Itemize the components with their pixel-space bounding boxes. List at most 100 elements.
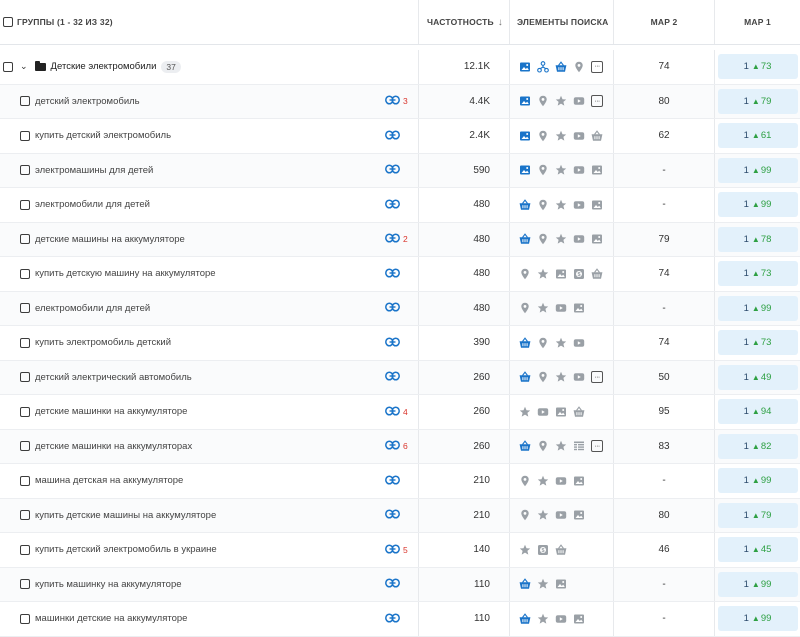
url-link[interactable] <box>385 334 403 352</box>
link-icon[interactable] <box>385 506 400 524</box>
row-checkbox[interactable] <box>20 544 30 555</box>
table-row[interactable]: купить детский электромобиль 2.4K 62 1 ▲… <box>0 119 800 154</box>
row-checkbox[interactable] <box>20 372 30 383</box>
row-checkbox[interactable] <box>20 165 30 176</box>
url-link[interactable]: 6 <box>385 437 408 455</box>
group-row[interactable]: ⌄ Детские электромобили 37 12.1K ··· 74 … <box>0 50 800 85</box>
table-row[interactable]: детские машины на аккумуляторе 2 480 79 … <box>0 222 800 257</box>
table-row[interactable]: електромобили для детей 480 - 1 ▲ 99 <box>0 291 800 326</box>
url-link[interactable] <box>385 368 403 386</box>
url-link[interactable] <box>385 161 403 179</box>
more-icon[interactable]: ··· <box>591 95 603 108</box>
table-row[interactable]: купить детскую машину на аккумуляторе 48… <box>0 257 800 292</box>
table-row[interactable]: купить детские машины на аккумуляторе 21… <box>0 498 800 533</box>
shopping-basket-icon <box>519 199 531 211</box>
link-icon[interactable] <box>385 161 400 179</box>
image-icon <box>591 199 603 211</box>
link-icon[interactable] <box>385 575 400 593</box>
trend-up-icon: ▲ <box>751 303 760 313</box>
table-row[interactable]: купить машинку на аккумуляторе 110 - 1 ▲… <box>0 567 800 602</box>
link-icon[interactable] <box>385 265 400 283</box>
row-checkbox[interactable] <box>20 268 30 279</box>
url-link[interactable]: 5 <box>385 541 408 559</box>
table-row[interactable]: купить детский электромобиль в украине 5… <box>0 533 800 568</box>
image-icon <box>555 578 567 590</box>
map1-position: 1 <box>743 371 749 383</box>
url-link[interactable]: 2 <box>385 230 408 248</box>
row-checkbox[interactable] <box>20 510 30 521</box>
map1-badge: 1 ▲ 79 <box>717 88 798 114</box>
url-link[interactable] <box>385 299 403 317</box>
video-icon <box>573 95 585 107</box>
trend-up-icon: ▲ <box>751 131 760 141</box>
currency-icon: $ <box>537 544 549 556</box>
link-icon[interactable] <box>385 368 400 386</box>
group-checkbox[interactable] <box>3 61 13 72</box>
select-all-checkbox[interactable] <box>3 17 13 27</box>
table-row[interactable]: детский электрический автомобиль 260 ···… <box>0 360 800 395</box>
table-row[interactable]: детский электромобиль 3 4.4K ··· 80 1 ▲ … <box>0 84 800 119</box>
search-features: ··· <box>519 371 603 384</box>
table-row[interactable]: машина детская на аккумуляторе 210 - 1 ▲… <box>0 464 800 499</box>
link-icon[interactable] <box>385 610 400 628</box>
map2-value: 50 <box>658 371 670 383</box>
trend-up-icon: ▲ <box>751 441 760 451</box>
table-row[interactable]: электромашины для детей 590 - 1 ▲ 99 <box>0 153 800 188</box>
list-icon <box>573 440 585 452</box>
shopping-basket-icon <box>591 268 603 280</box>
image-icon <box>519 130 531 142</box>
image-icon <box>519 61 531 73</box>
url-link[interactable]: 3 <box>385 92 408 110</box>
table-row[interactable]: электромобили для детей 480 - 1 ▲ 99 <box>0 188 800 223</box>
row-checkbox[interactable] <box>20 337 30 348</box>
url-link[interactable] <box>385 575 403 593</box>
table-row[interactable]: детские машинки на аккумуляторах 6 260 ·… <box>0 429 800 464</box>
star-icon <box>537 475 549 487</box>
link-icon[interactable] <box>385 92 400 110</box>
link-icon[interactable] <box>385 299 400 317</box>
features-header[interactable]: ЭЛЕМЕНТЫ ПОИСКА <box>510 0 614 44</box>
row-checkbox[interactable] <box>20 234 30 245</box>
more-icon[interactable]: ··· <box>591 371 603 384</box>
table-row[interactable]: машинки детские на аккумуляторе 110 - 1 … <box>0 602 800 637</box>
table-row[interactable]: детские машинки на аккумуляторе 4 260 95… <box>0 395 800 430</box>
url-link[interactable]: 4 <box>385 403 408 421</box>
row-checkbox[interactable] <box>20 303 30 314</box>
link-icon[interactable] <box>385 541 400 559</box>
link-icon[interactable] <box>385 230 400 248</box>
table-row[interactable]: купить электромобиль детский 390 74 1 ▲ … <box>0 326 800 361</box>
url-link[interactable] <box>385 472 403 490</box>
link-icon[interactable] <box>385 334 400 352</box>
chevron-down-icon[interactable]: ⌄ <box>20 61 28 72</box>
link-icon[interactable] <box>385 472 400 490</box>
star-icon <box>537 302 549 314</box>
row-checkbox[interactable] <box>20 441 30 452</box>
row-checkbox[interactable] <box>20 613 30 624</box>
url-link[interactable] <box>385 265 403 283</box>
link-icon[interactable] <box>385 403 400 421</box>
row-checkbox[interactable] <box>20 199 30 210</box>
row-checkbox[interactable] <box>20 406 30 417</box>
url-link[interactable] <box>385 196 403 214</box>
url-link[interactable] <box>385 610 403 628</box>
link-icon[interactable] <box>385 437 400 455</box>
map2-header[interactable]: MAP 2 <box>614 0 715 44</box>
more-icon[interactable]: ··· <box>591 440 603 453</box>
row-checkbox[interactable] <box>20 130 30 141</box>
link-icon[interactable] <box>385 127 400 145</box>
link-icon[interactable] <box>385 196 400 214</box>
trend-up-icon: ▲ <box>751 510 760 520</box>
map1-header[interactable]: MAP 1 <box>715 0 800 44</box>
row-checkbox[interactable] <box>20 579 30 590</box>
url-link[interactable] <box>385 506 403 524</box>
keyword-frequency: 480 <box>473 268 490 280</box>
url-link[interactable] <box>385 127 403 145</box>
frequency-header[interactable]: ЧАСТОТНОСТЬ ↓ <box>419 0 510 44</box>
more-icon[interactable]: ··· <box>591 60 603 73</box>
row-checkbox[interactable] <box>20 96 30 107</box>
map1-delta: 78 <box>760 233 772 245</box>
row-checkbox[interactable] <box>20 475 30 486</box>
map2-value: 95 <box>658 406 670 418</box>
arrow-down-icon[interactable]: ↓ <box>498 17 503 28</box>
image-icon <box>591 164 603 176</box>
